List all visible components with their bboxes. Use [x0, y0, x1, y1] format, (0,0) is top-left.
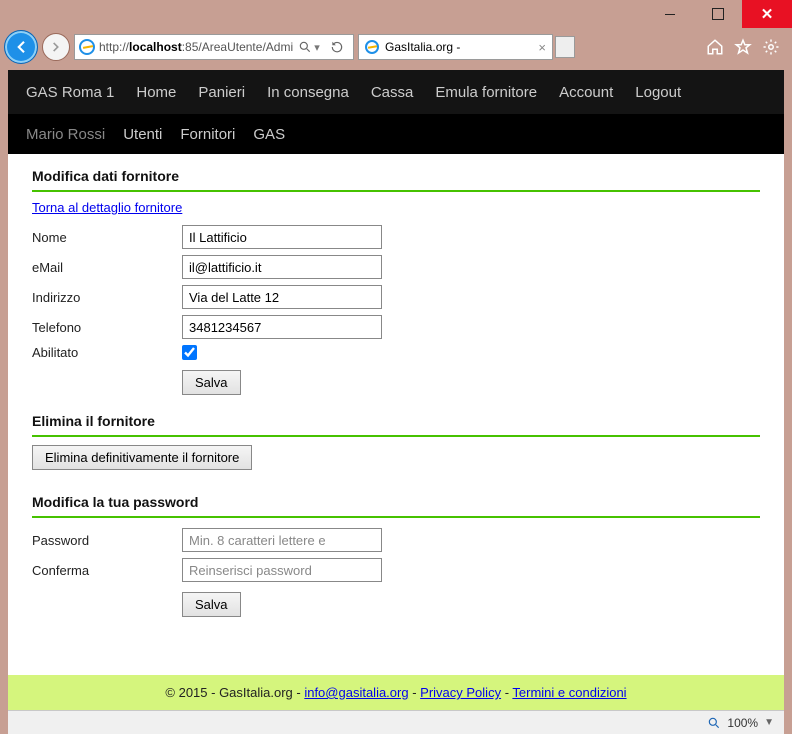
input-password[interactable] — [182, 528, 382, 552]
arrow-right-icon — [49, 40, 63, 54]
label-abilitato: Abilitato — [32, 345, 182, 360]
window-minimize-button[interactable] — [646, 0, 694, 28]
browser-chrome: http://localhost:85/AreaUtente/Admi ▾ Ga… — [0, 28, 792, 70]
nav-cassa[interactable]: Cassa — [371, 84, 414, 101]
page-viewport: GAS Roma 1 Home Panieri In consegna Cass… — [8, 70, 784, 710]
nav-panieri[interactable]: Panieri — [198, 84, 245, 101]
gear-icon[interactable] — [762, 38, 780, 56]
chrome-icons — [706, 38, 784, 56]
input-email[interactable] — [182, 255, 382, 279]
input-conferma[interactable] — [182, 558, 382, 582]
label-password: Password — [32, 533, 182, 548]
section-password-title: Modifica la tua password — [32, 494, 760, 510]
footer-email-link[interactable]: info@gasitalia.org — [304, 685, 408, 700]
refresh-icon[interactable] — [325, 35, 349, 59]
subnav-utenti[interactable]: Utenti — [123, 126, 162, 143]
nav-in-consegna[interactable]: In consegna — [267, 84, 349, 101]
main-content: Modifica dati fornitore Torna al dettagl… — [8, 154, 784, 675]
tab-close-icon[interactable]: × — [538, 40, 546, 55]
ie-icon — [79, 39, 95, 55]
nav-home[interactable]: Home — [136, 84, 176, 101]
current-user-label: Mario Rossi — [26, 126, 105, 143]
new-tab-button[interactable] — [555, 36, 575, 58]
forward-button[interactable] — [42, 33, 70, 61]
divider — [32, 435, 760, 437]
window-close-button[interactable]: ✕ — [742, 0, 792, 28]
secondary-nav: Mario Rossi Utenti Fornitori GAS — [8, 114, 784, 154]
tab-strip: GasItalia.org - × — [358, 34, 702, 60]
primary-nav: GAS Roma 1 Home Panieri In consegna Cass… — [8, 70, 784, 114]
window-maximize-button[interactable] — [694, 0, 742, 28]
tab-title: GasItalia.org - — [385, 40, 460, 54]
input-indirizzo[interactable] — [182, 285, 382, 309]
footer-copyright: © 2015 - GasItalia.org - — [165, 685, 304, 700]
ie-icon — [365, 40, 379, 54]
input-nome[interactable] — [182, 225, 382, 249]
label-indirizzo: Indirizzo — [32, 290, 182, 305]
input-telefono[interactable] — [182, 315, 382, 339]
address-bar[interactable]: http://localhost:85/AreaUtente/Admi ▾ — [74, 34, 354, 60]
divider — [32, 516, 760, 518]
browser-tab[interactable]: GasItalia.org - × — [358, 34, 553, 60]
status-bar: 100% ▼ — [8, 710, 784, 734]
home-icon[interactable] — [706, 38, 724, 56]
checkbox-abilitato[interactable] — [182, 345, 197, 360]
nav-account[interactable]: Account — [559, 84, 613, 101]
save-password-button[interactable]: Salva — [182, 592, 241, 617]
page-footer: © 2015 - GasItalia.org - info@gasitalia.… — [8, 675, 784, 710]
delete-supplier-button[interactable]: Elimina definitivamente il fornitore — [32, 445, 252, 470]
divider — [32, 190, 760, 192]
subnav-gas[interactable]: GAS — [253, 126, 285, 143]
label-nome: Nome — [32, 230, 182, 245]
footer-privacy-link[interactable]: Privacy Policy — [420, 685, 501, 700]
zoom-dropdown-icon[interactable]: ▼ — [764, 717, 774, 728]
nav-logout[interactable]: Logout — [635, 84, 681, 101]
window-titlebar: ✕ — [0, 0, 792, 28]
section-delete-title: Elimina il fornitore — [32, 413, 760, 429]
search-icon[interactable]: ▾ — [297, 35, 321, 59]
zoom-level: 100% — [727, 716, 758, 730]
section-edit-title: Modifica dati fornitore — [32, 168, 760, 184]
save-supplier-button[interactable]: Salva — [182, 370, 241, 395]
back-to-detail-link[interactable]: Torna al dettaglio fornitore — [32, 200, 182, 215]
star-icon[interactable] — [734, 38, 752, 56]
nav-emula-fornitore[interactable]: Emula fornitore — [435, 84, 537, 101]
label-telefono: Telefono — [32, 320, 182, 335]
back-button[interactable] — [4, 30, 38, 64]
label-email: eMail — [32, 260, 182, 275]
brand-label: GAS Roma 1 — [26, 84, 114, 101]
footer-terms-link[interactable]: Termini e condizioni — [512, 685, 626, 700]
subnav-fornitori[interactable]: Fornitori — [180, 126, 235, 143]
url-text: http://localhost:85/AreaUtente/Admi — [99, 40, 293, 54]
zoom-icon[interactable] — [707, 716, 721, 730]
label-conferma: Conferma — [32, 563, 182, 578]
arrow-left-icon — [12, 38, 30, 56]
